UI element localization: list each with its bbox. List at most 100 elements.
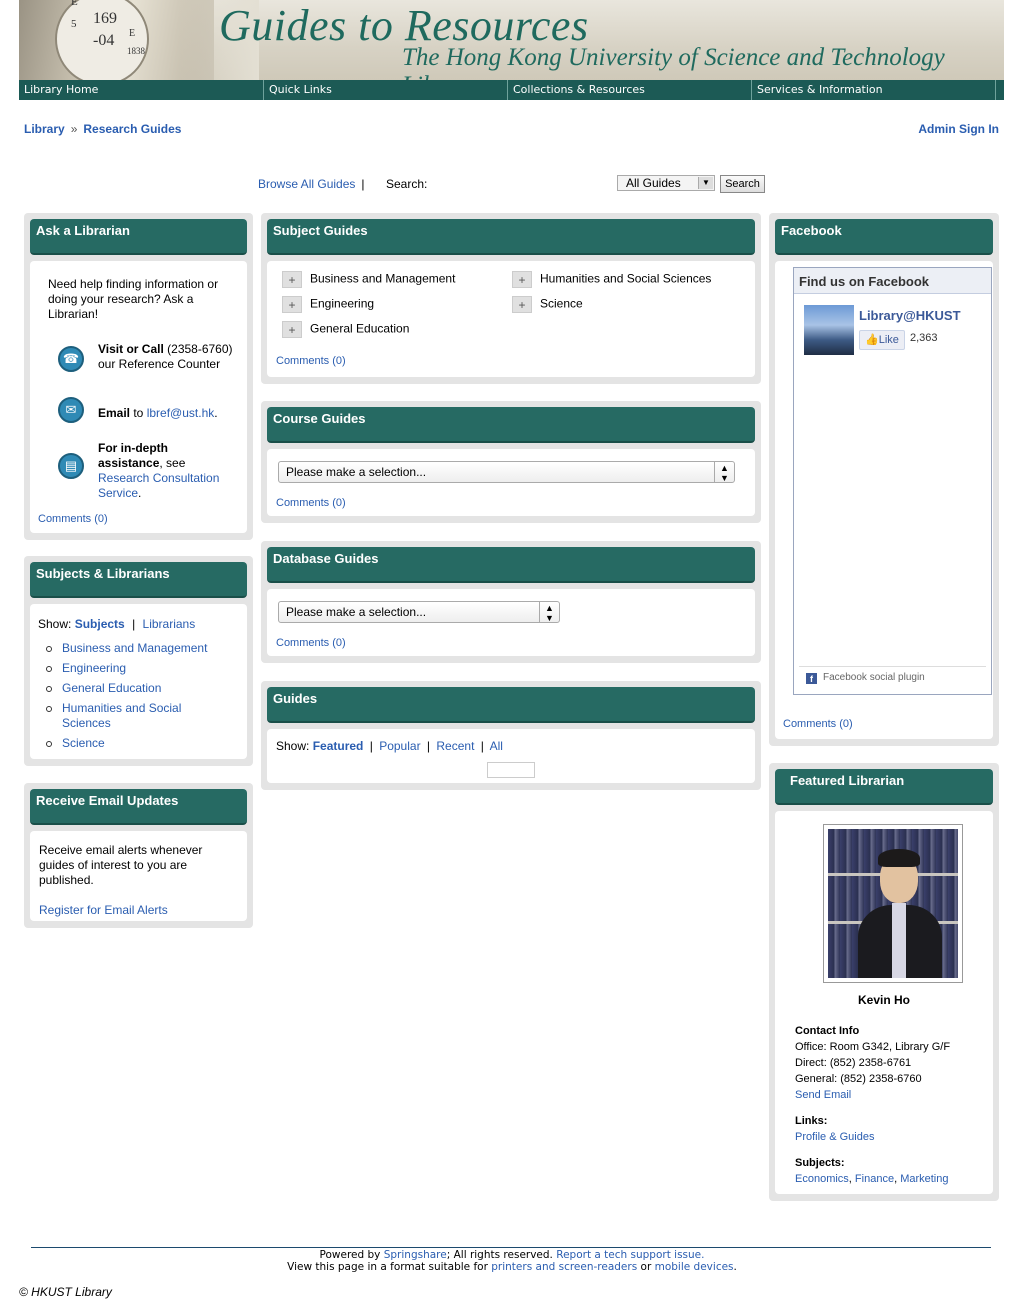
subject-link[interactable]: Business and Management bbox=[62, 641, 207, 655]
admin-sign-in-link[interactable]: Admin Sign In bbox=[918, 122, 999, 136]
show-featured-link[interactable]: Featured bbox=[313, 739, 364, 753]
nav-library-home[interactable]: Library Home bbox=[19, 80, 263, 100]
subject-guide-label: General Education bbox=[310, 321, 410, 336]
subject-link[interactable]: General Education bbox=[62, 681, 161, 695]
like-count: 2,363 bbox=[910, 332, 938, 344]
facebook-plugin-label: Facebook social plugin bbox=[823, 672, 925, 683]
in-depth-text: For in-depth assistance, see Research Co… bbox=[98, 441, 228, 501]
document-icon: ▤ bbox=[58, 453, 84, 479]
subject-guide-item[interactable]: + Business and Management bbox=[282, 271, 455, 288]
database-guides-box: Database Guides Please make a selection.… bbox=[261, 541, 761, 663]
breadcrumb-library[interactable]: Library bbox=[24, 122, 65, 136]
expand-plus-icon[interactable]: + bbox=[282, 271, 302, 288]
email-updates-box: Receive Email Updates Receive email aler… bbox=[24, 783, 253, 928]
subjects-heading: Subjects: bbox=[795, 1157, 845, 1169]
links-heading: Links: bbox=[795, 1115, 828, 1127]
select-value: Please make a selection... bbox=[286, 465, 427, 479]
nav-quick-links[interactable]: Quick Links bbox=[263, 80, 507, 100]
clock-digit: 1838 bbox=[127, 46, 145, 56]
browse-all-guides-link[interactable]: Browse All Guides bbox=[258, 177, 355, 191]
search-label: Search: bbox=[386, 177, 428, 191]
powered-by: Powered by bbox=[319, 1249, 384, 1261]
comments-link[interactable]: Comments (0) bbox=[276, 637, 346, 649]
search-scope-select[interactable]: All Guides ▼ bbox=[617, 175, 715, 191]
email-end: . bbox=[214, 406, 218, 420]
subject-guide-item[interactable]: + Humanities and Social Sciences bbox=[512, 271, 711, 288]
nav-collections-resources[interactable]: Collections & Resources bbox=[507, 80, 751, 100]
subject-link[interactable]: Humanities and Social Sciences bbox=[62, 701, 181, 730]
subject-finance-link[interactable]: Finance bbox=[855, 1173, 894, 1185]
list-item: Humanities and Social Sciences bbox=[38, 701, 218, 731]
subjects-list: Business and Management Engineering Gene… bbox=[38, 641, 218, 751]
visit-call-label: Visit or Call bbox=[98, 342, 164, 356]
comments-link[interactable]: Comments (0) bbox=[38, 513, 108, 525]
direct-phone: Direct: (852) 2358-6761 bbox=[795, 1057, 912, 1069]
list-item: Science bbox=[38, 736, 218, 751]
email-icon: ✉ bbox=[58, 397, 84, 423]
facebook-page-thumbnail[interactable] bbox=[804, 305, 854, 355]
show-recent-link[interactable]: Recent bbox=[436, 739, 474, 753]
show-subjects-link[interactable]: Subjects bbox=[75, 617, 125, 631]
send-email-link[interactable]: Send Email bbox=[795, 1087, 851, 1103]
report-issue-link[interactable]: Report a tech support issue. bbox=[556, 1249, 704, 1261]
subject-guide-item[interactable]: + Engineering bbox=[282, 296, 374, 313]
facebook-like-button[interactable]: 👍Like bbox=[859, 330, 905, 350]
show-librarians-link[interactable]: Librarians bbox=[143, 617, 196, 631]
box-title: Subject Guides bbox=[267, 219, 755, 255]
footer-divider bbox=[31, 1247, 991, 1248]
springshare-link[interactable]: Springshare bbox=[384, 1249, 447, 1261]
select-value: Please make a selection... bbox=[286, 605, 427, 619]
in-depth-end: . bbox=[138, 486, 142, 500]
subject-guide-label: Business and Management bbox=[310, 271, 456, 286]
show-label: Show: bbox=[38, 617, 72, 631]
period: . bbox=[733, 1261, 737, 1273]
chevron-down-icon: ▼ bbox=[698, 177, 713, 189]
comments-link[interactable]: Comments (0) bbox=[276, 497, 346, 509]
expand-plus-icon[interactable]: + bbox=[282, 296, 302, 313]
subject-guide-label: Humanities and Social Sciences bbox=[540, 271, 712, 286]
comments-link[interactable]: Comments (0) bbox=[276, 355, 346, 367]
clock-digit: -04 bbox=[93, 32, 115, 49]
banner: 169 -04 E 5 E 1838 Guides to Resources T… bbox=[19, 0, 1004, 80]
subject-guide-item[interactable]: + General Education bbox=[282, 321, 409, 338]
comma: , bbox=[894, 1173, 898, 1185]
printers-link[interactable]: printers and screen-readers bbox=[491, 1261, 637, 1273]
divider bbox=[799, 666, 986, 667]
featured-librarian-box: Featured Librarian Kevin Ho Contact Info… bbox=[769, 763, 999, 1201]
copyright: © HKUST Library bbox=[19, 1285, 112, 1299]
show-all-link[interactable]: All bbox=[490, 739, 503, 753]
nav-services-information[interactable]: Services & Information bbox=[751, 80, 995, 100]
show-toggle: Show: Subjects | Librarians bbox=[38, 617, 247, 631]
subject-guide-label: Science bbox=[540, 296, 583, 311]
email-label: Email bbox=[98, 406, 131, 420]
comments-link[interactable]: Comments (0) bbox=[783, 718, 853, 730]
expand-plus-icon[interactable]: + bbox=[512, 271, 532, 288]
profile-guides-link[interactable]: Profile & Guides bbox=[795, 1129, 874, 1145]
list-item: Business and Management bbox=[38, 641, 218, 656]
breadcrumb-research-guides[interactable]: Research Guides bbox=[83, 122, 181, 136]
email-link[interactable]: lbref@ust.hk bbox=[147, 406, 215, 420]
facebook-page-link[interactable]: Library@HKUST bbox=[859, 308, 961, 323]
email-text: Email to lbref@ust.hk. bbox=[98, 406, 248, 421]
subject-marketing-link[interactable]: Marketing bbox=[900, 1173, 948, 1185]
subject-link[interactable]: Engineering bbox=[62, 661, 126, 675]
search-button[interactable]: Search bbox=[720, 175, 765, 193]
database-guides-select[interactable]: Please make a selection... ▲ ▼ bbox=[278, 601, 560, 623]
box-body: Need help finding information or doing y… bbox=[30, 261, 247, 533]
research-consultation-link[interactable]: Research Consultation Service bbox=[98, 471, 219, 500]
register-email-alerts-link[interactable]: Register for Email Alerts bbox=[39, 903, 247, 917]
subject-economics-link[interactable]: Economics bbox=[795, 1173, 849, 1185]
select-arrows-icon: ▲ ▼ bbox=[714, 462, 734, 483]
expand-plus-icon[interactable]: + bbox=[512, 296, 532, 313]
show-popular-link[interactable]: Popular bbox=[379, 739, 420, 753]
expand-plus-icon[interactable]: + bbox=[282, 321, 302, 338]
browse-bar: Browse All Guides | bbox=[258, 177, 371, 191]
mobile-devices-link[interactable]: mobile devices bbox=[655, 1261, 734, 1273]
comma: , bbox=[848, 1173, 852, 1185]
subject-link[interactable]: Science bbox=[62, 736, 105, 750]
subject-guide-item[interactable]: + Science bbox=[512, 296, 583, 313]
visit-call-text: Visit or Call (2358-6760) our Reference … bbox=[98, 342, 248, 372]
clock-image: 169 -04 E 5 E 1838 bbox=[55, 0, 149, 80]
course-guides-select[interactable]: Please make a selection... ▲ ▼ bbox=[278, 461, 735, 483]
box-title: Guides bbox=[267, 687, 755, 723]
